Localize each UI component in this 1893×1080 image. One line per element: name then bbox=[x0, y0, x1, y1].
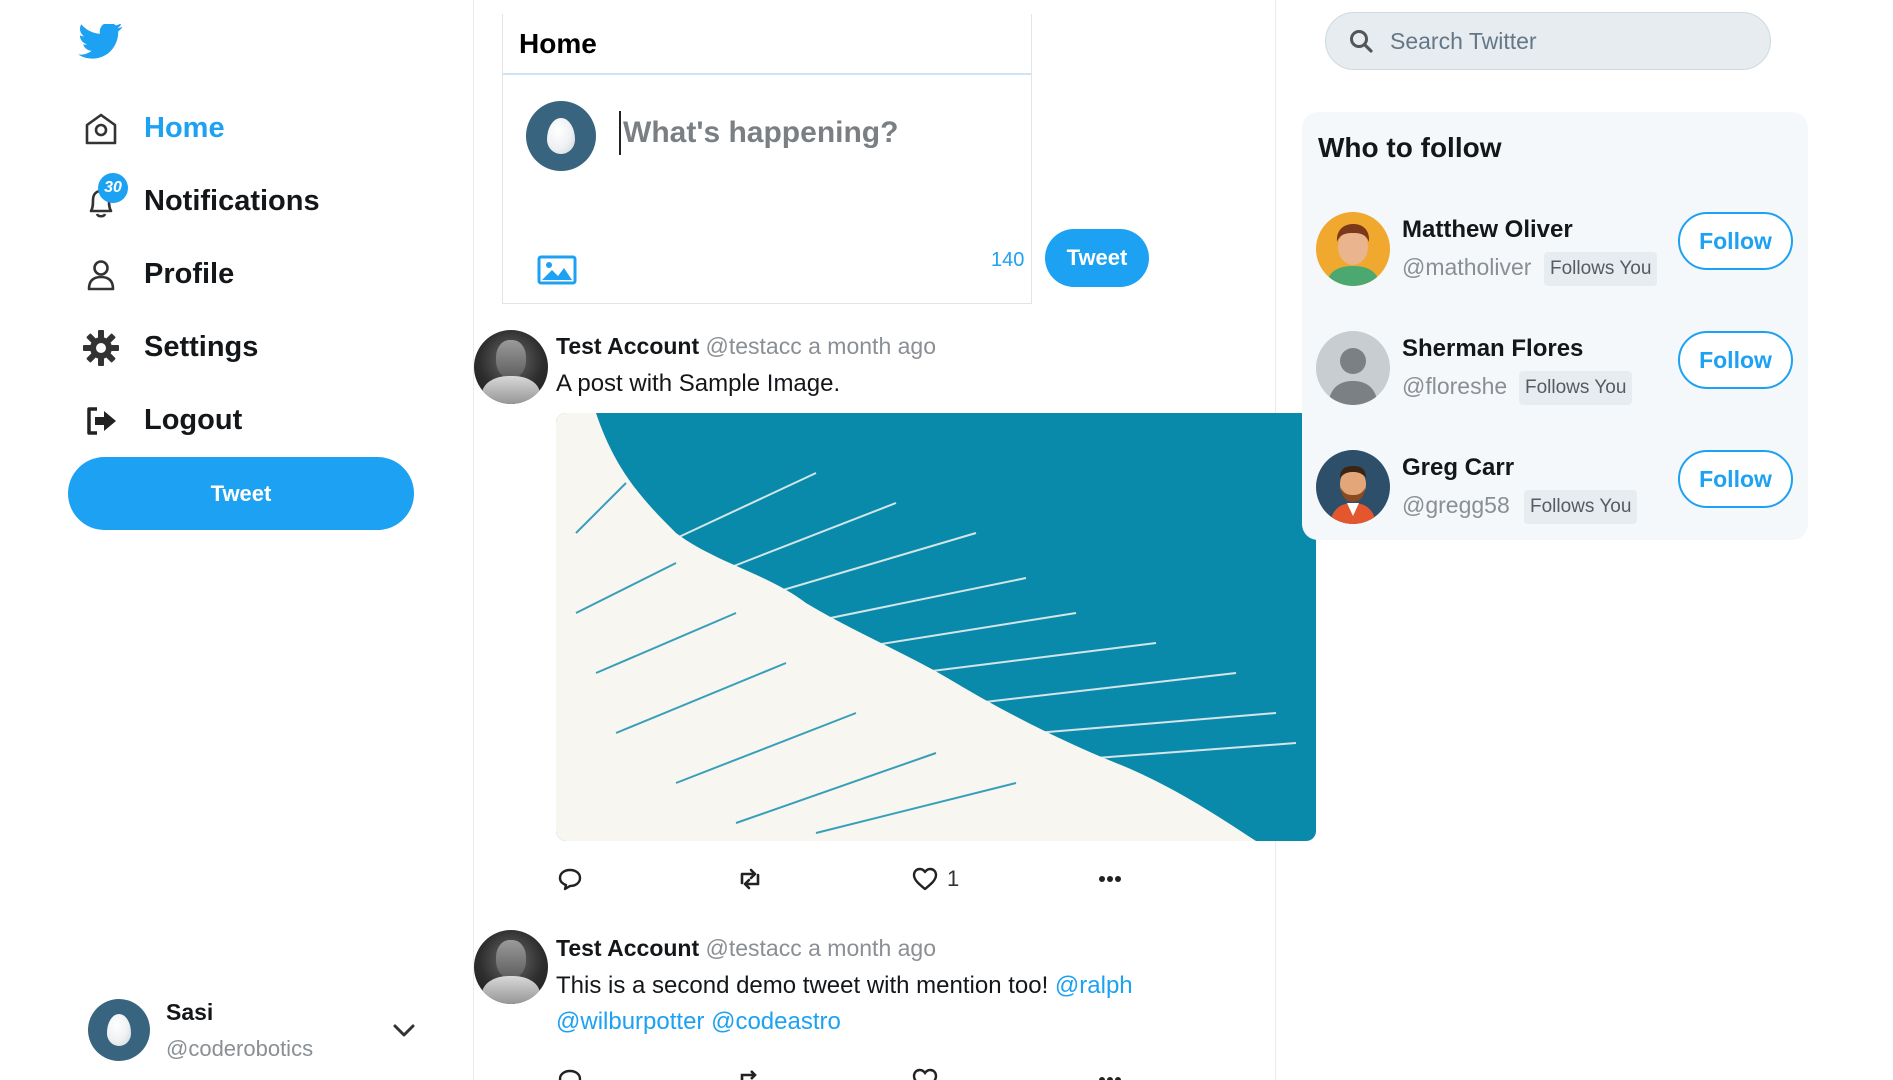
follows-you-badge: Follows You bbox=[1519, 371, 1633, 405]
more-options-icon[interactable] bbox=[1096, 865, 1124, 893]
avatar[interactable] bbox=[1316, 450, 1390, 524]
nav-item-home[interactable]: Home bbox=[78, 92, 320, 165]
retweet-icon[interactable] bbox=[736, 865, 764, 893]
search-input[interactable] bbox=[1390, 27, 1750, 55]
follow-suggestion: Matthew Oliver @matholiver Follows You F… bbox=[1316, 212, 1796, 292]
tweet-author-name[interactable]: Test Account bbox=[556, 333, 699, 359]
gear-icon bbox=[78, 325, 124, 371]
avatar[interactable] bbox=[474, 330, 548, 404]
avatar[interactable] bbox=[474, 930, 548, 1004]
tweet-text: This is a second demo tweet with mention… bbox=[556, 968, 1176, 1040]
notification-count-badge: 30 bbox=[98, 172, 128, 203]
nav-item-profile[interactable]: Profile bbox=[78, 238, 320, 311]
character-count: 140 bbox=[991, 249, 1025, 271]
image-upload-icon[interactable] bbox=[537, 254, 577, 286]
heart-icon bbox=[912, 867, 938, 891]
nav-label-notifications: Notifications bbox=[144, 185, 320, 217]
nav-label-logout: Logout bbox=[144, 404, 243, 436]
follows-you-badge: Follows You bbox=[1544, 252, 1658, 286]
mention-link[interactable]: @wilburpotter bbox=[556, 1008, 704, 1035]
compose-card: Home 140 bbox=[502, 14, 1032, 304]
panel-title: Who to follow bbox=[1318, 132, 1502, 163]
heart-icon[interactable] bbox=[911, 1066, 939, 1080]
logout-icon bbox=[78, 398, 124, 444]
follow-user-handle: @floreshe bbox=[1402, 373, 1508, 399]
follow-button[interactable]: Follow bbox=[1678, 450, 1793, 508]
twitter-bird-icon[interactable] bbox=[78, 22, 126, 60]
avatar bbox=[526, 101, 596, 171]
mention-link[interactable]: @codeastro bbox=[711, 1008, 841, 1035]
account-handle: @coderobotics bbox=[166, 1035, 314, 1061]
tweet-author-handle[interactable]: @testacc bbox=[706, 333, 802, 359]
tweet-actions bbox=[556, 1066, 1136, 1080]
tweet-timestamp: a month ago bbox=[808, 333, 936, 359]
who-to-follow-panel: Who to follow Matthew Oliver @matholiver… bbox=[1302, 112, 1808, 540]
more-options-icon[interactable] bbox=[1096, 1066, 1124, 1080]
home-header: Home bbox=[503, 14, 1031, 75]
bell-icon: 30 bbox=[78, 172, 128, 225]
tweet-image[interactable] bbox=[556, 413, 1316, 841]
nav-item-notifications[interactable]: 30 Notifications bbox=[78, 165, 320, 238]
nav-item-logout[interactable]: Logout bbox=[78, 384, 320, 457]
tweet-actions: 1 bbox=[556, 865, 1136, 895]
follows-you-badge: Follows You bbox=[1524, 490, 1638, 524]
search-icon bbox=[1350, 30, 1373, 53]
user-icon bbox=[78, 252, 124, 298]
account-switcher[interactable]: Sasi @coderobotics bbox=[88, 990, 418, 1070]
home-icon bbox=[78, 106, 124, 152]
tweet-author-handle[interactable]: @testacc bbox=[706, 935, 802, 961]
follow-suggestion: Greg Carr @gregg58 Follows You Follow bbox=[1316, 450, 1796, 530]
main-nav: Home 30 Notifications Profile Settings L… bbox=[78, 92, 320, 457]
follow-user-name[interactable]: Sherman Flores bbox=[1402, 335, 1583, 363]
account-name: Sasi bbox=[166, 998, 214, 1025]
avatar[interactable] bbox=[1316, 212, 1390, 286]
left-sidebar: Home 30 Notifications Profile Settings L… bbox=[0, 0, 474, 1080]
search-box[interactable] bbox=[1325, 12, 1771, 70]
follow-user-handle: @matholiver bbox=[1402, 254, 1532, 280]
sidebar-tweet-button[interactable]: Tweet bbox=[68, 457, 414, 530]
like-count: 1 bbox=[947, 866, 960, 891]
like-button[interactable]: 1 bbox=[911, 865, 959, 893]
tweet-timestamp: a month ago bbox=[808, 935, 936, 961]
chevron-down-icon[interactable] bbox=[390, 1016, 418, 1044]
main-timeline: Home 140 Tweet Test Account @testacc a m… bbox=[474, 0, 1316, 1080]
follow-button[interactable]: Follow bbox=[1678, 331, 1793, 389]
compose-tweet-button[interactable]: Tweet bbox=[1045, 229, 1149, 287]
nav-label-home: Home bbox=[144, 112, 225, 144]
reply-icon[interactable] bbox=[556, 1066, 584, 1080]
tweet-text-body: This is a second demo tweet with mention… bbox=[556, 972, 1049, 999]
follow-user-handle: @gregg58 bbox=[1402, 492, 1510, 518]
tweet-author-name[interactable]: Test Account bbox=[556, 935, 699, 961]
nav-label-profile: Profile bbox=[144, 258, 235, 290]
follow-suggestion: Sherman Flores @floreshe Follows You Fol… bbox=[1316, 331, 1796, 411]
follow-user-name[interactable]: Matthew Oliver bbox=[1402, 216, 1573, 244]
tweet-text: A post with Sample Image. bbox=[556, 370, 841, 397]
follow-user-name[interactable]: Greg Carr bbox=[1402, 454, 1514, 482]
mention-link[interactable]: @ralph bbox=[1055, 972, 1133, 999]
follow-button[interactable]: Follow bbox=[1678, 212, 1793, 270]
nav-item-settings[interactable]: Settings bbox=[78, 311, 320, 384]
nav-label-settings: Settings bbox=[144, 331, 259, 363]
reply-icon[interactable] bbox=[556, 865, 584, 893]
compose-input[interactable] bbox=[619, 111, 1009, 155]
avatar bbox=[88, 999, 150, 1061]
retweet-icon[interactable] bbox=[736, 1066, 764, 1080]
avatar[interactable] bbox=[1316, 331, 1390, 405]
page-title: Home bbox=[519, 27, 597, 59]
